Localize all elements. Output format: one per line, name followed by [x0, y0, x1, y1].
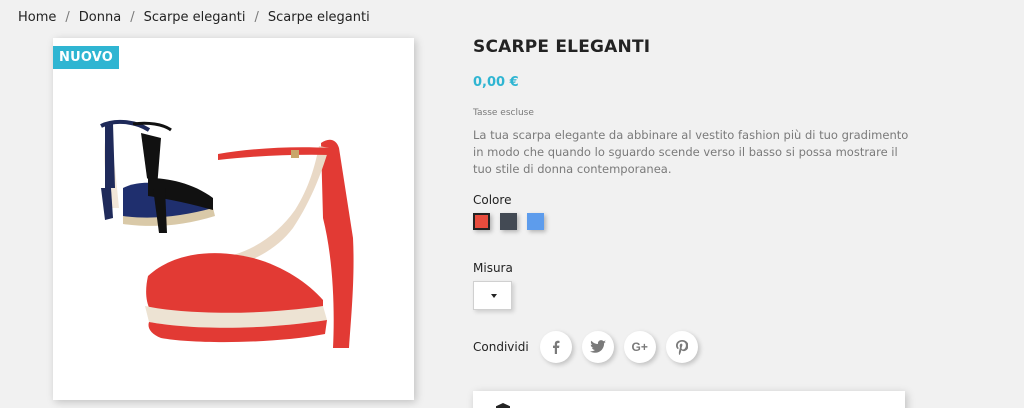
color-label: Colore: [473, 193, 512, 207]
breadcrumb-current[interactable]: Scarpe eleganti: [268, 10, 370, 25]
social-share: Condividi G+: [473, 331, 708, 363]
twitter-icon[interactable]: [581, 331, 614, 363]
facebook-icon[interactable]: [539, 331, 572, 363]
pinterest-icon[interactable]: [665, 331, 698, 363]
breadcrumb-separator: /: [254, 10, 259, 25]
breadcrumb-separator: /: [130, 10, 135, 25]
breadcrumb-donna[interactable]: Donna: [79, 10, 121, 25]
color-swatch-red[interactable]: [473, 213, 490, 230]
color-swatch-dark-grey[interactable]: [500, 213, 517, 230]
shield-icon: [496, 403, 510, 408]
breadcrumb: Home / Donna / Scarpe eleganti / Scarpe …: [18, 10, 370, 25]
product-image: [53, 38, 414, 400]
size-label: Misura: [473, 261, 513, 275]
product-price: 0,00 €: [473, 75, 519, 90]
color-swatch-blue[interactable]: [527, 213, 544, 230]
breadcrumb-category[interactable]: Scarpe eleganti: [144, 10, 246, 25]
color-swatches: [473, 213, 544, 230]
tax-note: Tasse escluse: [473, 108, 534, 118]
reassurance-block: [473, 391, 905, 408]
size-select[interactable]: [473, 281, 512, 310]
share-label: Condividi: [473, 340, 529, 354]
google-plus-icon[interactable]: G+: [623, 331, 656, 363]
caret-down-icon: [491, 294, 497, 298]
product-description: La tua scarpa elegante da abbinare al ve…: [473, 128, 909, 176]
product-title: SCARPE ELEGANTI: [473, 37, 651, 57]
new-badge: NUOVO: [53, 46, 120, 69]
breadcrumb-home[interactable]: Home: [18, 10, 56, 25]
product-image-card[interactable]: NUOVO: [53, 38, 414, 400]
breadcrumb-separator: /: [65, 10, 70, 25]
